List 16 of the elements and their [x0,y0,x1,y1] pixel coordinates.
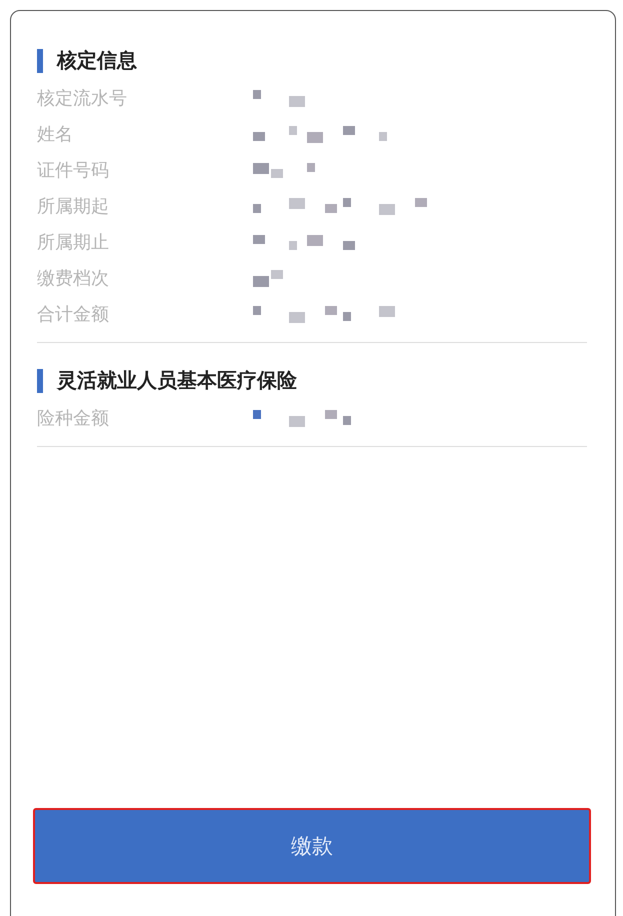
pixelated-value-drawing [253,270,283,286]
field-label: 险种金额 [37,407,110,430]
section-title: 核定信息 [57,47,137,74]
field-label: 姓名 [37,123,74,146]
field-label: 所属期起 [37,195,110,218]
pixelated-value-drawing [253,90,305,106]
pixelated-value-drawing [253,162,315,178]
section-title: 灵活就业人员基本医疗保险 [57,367,297,394]
section-marker [37,368,43,392]
field-label: 证件号码 [37,159,110,182]
pay-button[interactable]: 缴款 [33,808,591,884]
field-label: 缴费档次 [37,267,110,290]
field-label: 合计金额 [37,303,110,326]
section-marker [37,48,43,72]
field-label: 所属期止 [37,231,110,254]
field-label: 核定流水号 [37,87,128,110]
